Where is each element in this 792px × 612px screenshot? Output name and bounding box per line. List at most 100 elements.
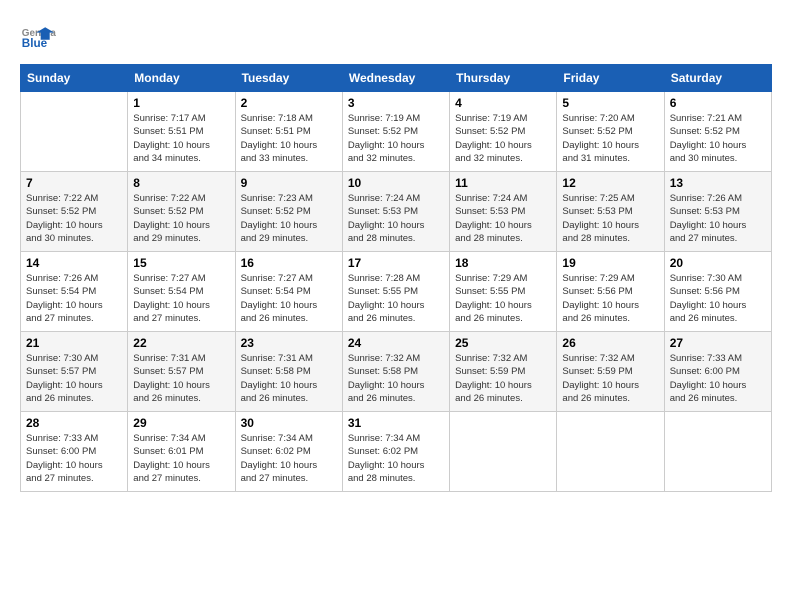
day-number: 25: [455, 336, 551, 350]
day-info: Sunrise: 7:33 AM Sunset: 6:00 PM Dayligh…: [26, 432, 122, 485]
calendar-cell: 13 Sunrise: 7:26 AM Sunset: 5:53 PM Dayli…: [664, 172, 771, 252]
logo-icon: General Blue: [20, 20, 56, 56]
header-day: Monday: [128, 65, 235, 92]
day-number: 16: [241, 256, 337, 270]
logo: General Blue: [20, 20, 58, 56]
calendar-cell: [557, 412, 664, 492]
day-info: Sunrise: 7:22 AM Sunset: 5:52 PM Dayligh…: [26, 192, 122, 245]
day-info: Sunrise: 7:24 AM Sunset: 5:53 PM Dayligh…: [455, 192, 551, 245]
day-number: 13: [670, 176, 766, 190]
calendar-cell: 19Sunrise: 7:29 AM Sunset: 5:56 PM Dayli…: [557, 252, 664, 332]
day-info: Sunrise: 7:22 AM Sunset: 5:52 PM Dayligh…: [133, 192, 229, 245]
day-number: 20: [670, 256, 766, 270]
calendar-cell: [450, 412, 557, 492]
day-number: 10: [348, 176, 444, 190]
day-number: 26: [562, 336, 658, 350]
day-info: Sunrise: 7:30 AM Sunset: 5:56 PM Dayligh…: [670, 272, 766, 325]
day-info: Sunrise: 7:30 AM Sunset: 5:57 PM Dayligh…: [26, 352, 122, 405]
calendar-cell: 5 Sunrise: 7:20 AM Sunset: 5:52 PM Daylig…: [557, 92, 664, 172]
day-number: 18: [455, 256, 551, 270]
calendar-table: SundayMondayTuesdayWednesdayThursdayFrid…: [20, 64, 772, 492]
page-header: General Blue: [20, 20, 772, 56]
day-number: 2: [241, 96, 337, 110]
day-info: Sunrise: 7:27 AM Sunset: 5:54 PM Dayligh…: [133, 272, 229, 325]
day-number: 4: [455, 96, 551, 110]
calendar-cell: 25 Sunrise: 7:32 AM Sunset: 5:59 PM Dayli…: [450, 332, 557, 412]
day-number: 19: [562, 256, 658, 270]
day-info: Sunrise: 7:18 AM Sunset: 5:51 PM Dayligh…: [241, 112, 337, 165]
day-info: Sunrise: 7:23 AM Sunset: 5:52 PM Dayligh…: [241, 192, 337, 245]
day-number: 9: [241, 176, 337, 190]
calendar-cell: 17 Sunrise: 7:28 AM Sunset: 5:55 PM Dayli…: [342, 252, 449, 332]
day-info: Sunrise: 7:32 AM Sunset: 5:58 PM Dayligh…: [348, 352, 444, 405]
day-info: Sunrise: 7:34 AM Sunset: 6:02 PM Dayligh…: [241, 432, 337, 485]
day-number: 15: [133, 256, 229, 270]
calendar-cell: 11Sunrise: 7:24 AM Sunset: 5:53 PM Dayli…: [450, 172, 557, 252]
calendar-week-row: 1Sunrise: 7:17 AM Sunset: 5:51 PM Daylig…: [21, 92, 772, 172]
day-number: 31: [348, 416, 444, 430]
day-number: 8: [133, 176, 229, 190]
header-day: Sunday: [21, 65, 128, 92]
day-info: Sunrise: 7:34 AM Sunset: 6:01 PM Dayligh…: [133, 432, 229, 485]
header-day: Saturday: [664, 65, 771, 92]
day-info: Sunrise: 7:19 AM Sunset: 5:52 PM Dayligh…: [348, 112, 444, 165]
day-number: 23: [241, 336, 337, 350]
calendar-cell: 1Sunrise: 7:17 AM Sunset: 5:51 PM Daylig…: [128, 92, 235, 172]
calendar-cell: 30 Sunrise: 7:34 AM Sunset: 6:02 PM Dayli…: [235, 412, 342, 492]
calendar-cell: 6Sunrise: 7:21 AM Sunset: 5:52 PM Daylig…: [664, 92, 771, 172]
calendar-cell: 20 Sunrise: 7:30 AM Sunset: 5:56 PM Dayli…: [664, 252, 771, 332]
calendar-cell: 31 Sunrise: 7:34 AM Sunset: 6:02 PM Dayli…: [342, 412, 449, 492]
calendar-cell: 27Sunrise: 7:33 AM Sunset: 6:00 PM Dayli…: [664, 332, 771, 412]
calendar-cell: 9 Sunrise: 7:23 AM Sunset: 5:52 PM Daylig…: [235, 172, 342, 252]
day-number: 14: [26, 256, 122, 270]
day-info: Sunrise: 7:27 AM Sunset: 5:54 PM Dayligh…: [241, 272, 337, 325]
day-info: Sunrise: 7:33 AM Sunset: 6:00 PM Dayligh…: [670, 352, 766, 405]
calendar-cell: 4Sunrise: 7:19 AM Sunset: 5:52 PM Daylig…: [450, 92, 557, 172]
day-number: 5: [562, 96, 658, 110]
day-info: Sunrise: 7:28 AM Sunset: 5:55 PM Dayligh…: [348, 272, 444, 325]
calendar-cell: 7 Sunrise: 7:22 AM Sunset: 5:52 PM Daylig…: [21, 172, 128, 252]
day-number: 6: [670, 96, 766, 110]
day-number: 3: [348, 96, 444, 110]
calendar-week-row: 28 Sunrise: 7:33 AM Sunset: 6:00 PM Dayli…: [21, 412, 772, 492]
day-number: 7: [26, 176, 122, 190]
day-number: 30: [241, 416, 337, 430]
day-info: Sunrise: 7:25 AM Sunset: 5:53 PM Dayligh…: [562, 192, 658, 245]
day-number: 1: [133, 96, 229, 110]
day-number: 29: [133, 416, 229, 430]
calendar-header-row: SundayMondayTuesdayWednesdayThursdayFrid…: [21, 65, 772, 92]
calendar-cell: 12 Sunrise: 7:25 AM Sunset: 5:53 PM Dayli…: [557, 172, 664, 252]
day-info: Sunrise: 7:20 AM Sunset: 5:52 PM Dayligh…: [562, 112, 658, 165]
day-number: 21: [26, 336, 122, 350]
calendar-cell: 18 Sunrise: 7:29 AM Sunset: 5:55 PM Dayli…: [450, 252, 557, 332]
calendar-cell: 10Sunrise: 7:24 AM Sunset: 5:53 PM Dayli…: [342, 172, 449, 252]
calendar-week-row: 21 Sunrise: 7:30 AM Sunset: 5:57 PM Dayli…: [21, 332, 772, 412]
day-info: Sunrise: 7:32 AM Sunset: 5:59 PM Dayligh…: [562, 352, 658, 405]
day-number: 12: [562, 176, 658, 190]
calendar-cell: [21, 92, 128, 172]
day-info: Sunrise: 7:34 AM Sunset: 6:02 PM Dayligh…: [348, 432, 444, 485]
calendar-cell: 28 Sunrise: 7:33 AM Sunset: 6:00 PM Dayli…: [21, 412, 128, 492]
day-number: 17: [348, 256, 444, 270]
day-info: Sunrise: 7:26 AM Sunset: 5:53 PM Dayligh…: [670, 192, 766, 245]
calendar-cell: 8 Sunrise: 7:22 AM Sunset: 5:52 PM Daylig…: [128, 172, 235, 252]
day-info: Sunrise: 7:32 AM Sunset: 5:59 PM Dayligh…: [455, 352, 551, 405]
calendar-body: 1Sunrise: 7:17 AM Sunset: 5:51 PM Daylig…: [21, 92, 772, 492]
day-number: 28: [26, 416, 122, 430]
calendar-cell: 3 Sunrise: 7:19 AM Sunset: 5:52 PM Daylig…: [342, 92, 449, 172]
day-info: Sunrise: 7:26 AM Sunset: 5:54 PM Dayligh…: [26, 272, 122, 325]
header-day: Tuesday: [235, 65, 342, 92]
day-info: Sunrise: 7:31 AM Sunset: 5:58 PM Dayligh…: [241, 352, 337, 405]
day-number: 22: [133, 336, 229, 350]
calendar-week-row: 7 Sunrise: 7:22 AM Sunset: 5:52 PM Daylig…: [21, 172, 772, 252]
calendar-cell: 24Sunrise: 7:32 AM Sunset: 5:58 PM Dayli…: [342, 332, 449, 412]
header-day: Friday: [557, 65, 664, 92]
calendar-cell: 21 Sunrise: 7:30 AM Sunset: 5:57 PM Dayli…: [21, 332, 128, 412]
calendar-cell: 26 Sunrise: 7:32 AM Sunset: 5:59 PM Dayli…: [557, 332, 664, 412]
calendar-cell: [664, 412, 771, 492]
calendar-cell: 2 Sunrise: 7:18 AM Sunset: 5:51 PM Daylig…: [235, 92, 342, 172]
calendar-cell: 29 Sunrise: 7:34 AM Sunset: 6:01 PM Dayli…: [128, 412, 235, 492]
header-day: Thursday: [450, 65, 557, 92]
day-info: Sunrise: 7:29 AM Sunset: 5:55 PM Dayligh…: [455, 272, 551, 325]
header-day: Wednesday: [342, 65, 449, 92]
